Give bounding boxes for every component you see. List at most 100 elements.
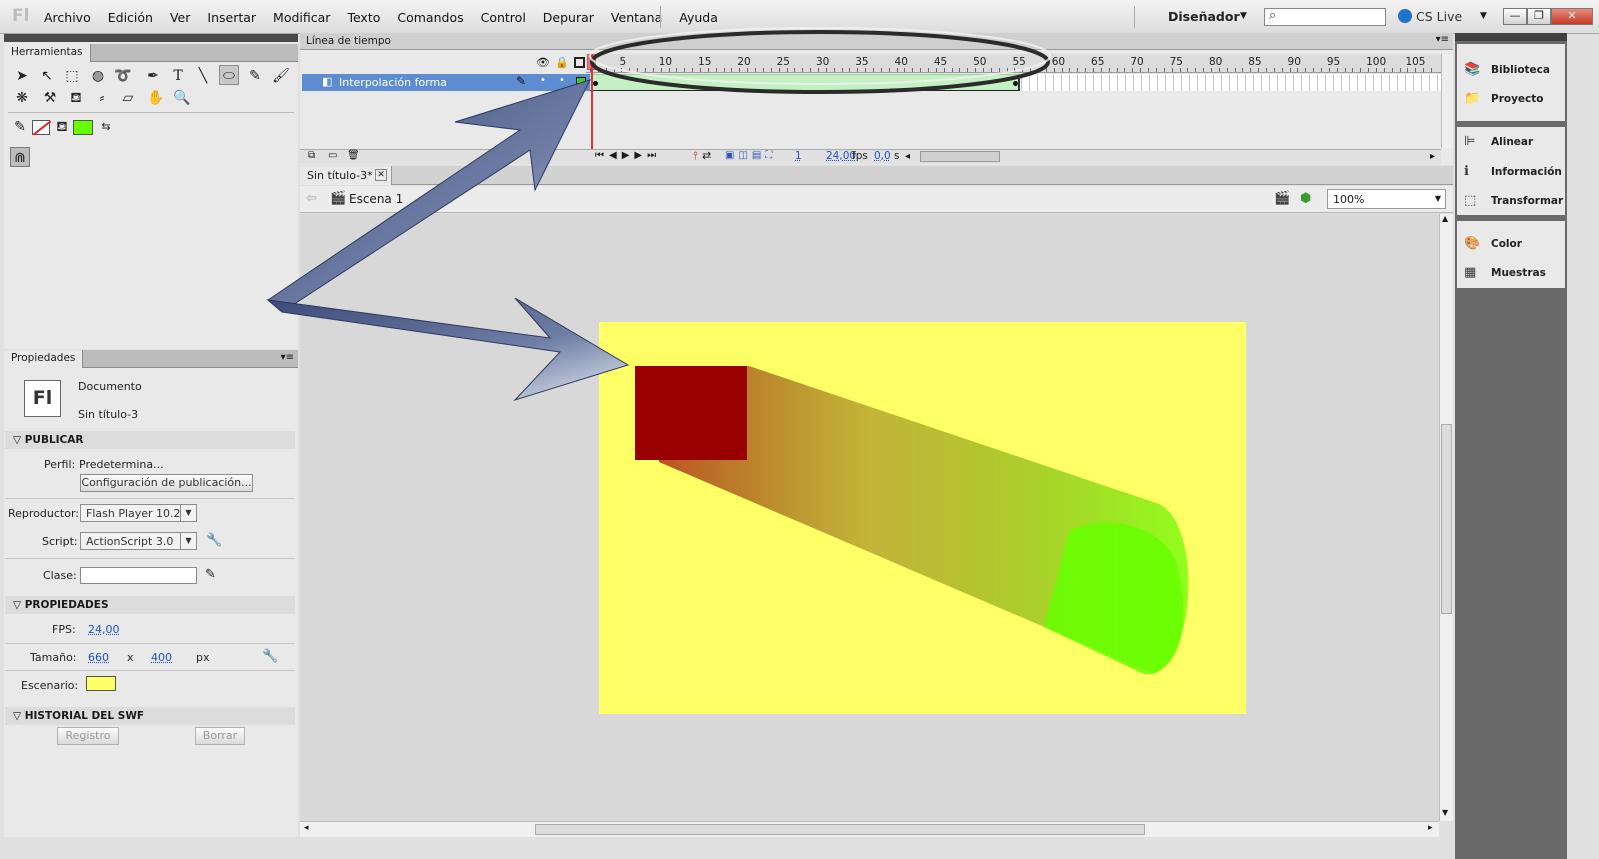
pencil-tool-icon[interactable]: ✎ [245,66,265,86]
paint-bucket-icon[interactable]: ⛾ [66,88,86,108]
fill-color-swatch[interactable] [73,120,93,135]
class-input[interactable] [80,567,197,584]
document-tab[interactable]: Sin título-3* ✕ [300,166,392,185]
swap-colors-icon[interactable]: ⇆ [96,117,116,137]
chevron-down-icon[interactable]: ▼ [1240,11,1247,21]
eye-icon[interactable]: 👁 [536,56,550,69]
elapsed-time[interactable]: 0,0 [874,150,891,162]
menu-edicion[interactable]: Edición [108,10,153,25]
dock-item-alinear[interactable]: Alinear [1491,136,1533,148]
dock-item-color[interactable]: Color [1491,238,1522,250]
dock-item-biblioteca[interactable]: Biblioteca [1491,64,1550,76]
loop-icon[interactable]: ⇄ [702,149,711,162]
menu-insertar[interactable]: Insertar [207,10,256,25]
layer-row[interactable]: ◧ Interpolación forma ✎ • • [302,74,590,91]
menu-modificar[interactable]: Modificar [273,10,330,25]
free-transform-tool-icon[interactable]: ⬚ [62,66,82,86]
keyframe-end[interactable] [1013,81,1018,86]
deco-tool-icon[interactable]: ❋ [12,88,32,108]
tab-herramientas[interactable]: Herramientas [4,44,91,62]
menu-depurar[interactable]: Depurar [543,10,594,25]
pen-tool-icon[interactable]: ✒ [143,66,163,86]
eraser-tool-icon[interactable]: ▱ [118,88,138,108]
menu-ver[interactable]: Ver [170,10,190,25]
dock-item-proyecto[interactable]: Proyecto [1491,93,1544,105]
section-publicar[interactable]: ▽ PUBLICAR [5,431,295,449]
dock-item-transformar[interactable]: Transformar [1491,195,1563,207]
delete-layer-icon[interactable]: 🗑 [347,150,360,161]
oval-tool-icon[interactable]: ⬭ [219,65,239,85]
lock-icon[interactable]: 🔒 [555,56,569,69]
keyframe-start[interactable] [593,81,598,86]
pencil-icon[interactable]: ✎ [205,567,216,582]
selection-tool-icon[interactable]: ➤ [12,66,32,86]
zoom-tool-icon[interactable]: 🔍 [172,88,192,108]
canvas-hscroll[interactable]: ◂ ▸ [300,821,1439,837]
cs-live-button[interactable]: CS Live [1416,9,1462,24]
close-icon[interactable]: ✕ [1551,8,1593,25]
outline-icon[interactable] [574,57,585,68]
zoom-select[interactable]: 100% ▼ [1327,189,1446,209]
layer-color-swatch[interactable] [576,77,586,87]
menu-ayuda[interactable]: Ayuda [679,10,718,25]
timeline-vscroll[interactable] [1441,54,1453,148]
height-value[interactable]: 400 [151,651,172,664]
scroll-right-icon[interactable]: ▸ [1428,823,1433,833]
text-tool-icon[interactable]: T [168,66,188,86]
line-tool-icon[interactable]: ╲ [193,66,213,86]
stage-color-swatch[interactable] [86,676,116,691]
log-button[interactable]: Registro [57,727,119,745]
3d-rotation-tool-icon[interactable]: ◍ [88,66,108,86]
scroll-down-icon[interactable]: ▼ [1442,808,1448,817]
stage[interactable] [599,322,1246,714]
tab-linea-de-tiempo[interactable]: Línea de tiempo [306,35,391,47]
timeline-ruler[interactable]: 5 10 15 20 25 30 35 40 45 50 55 60 65 70 75 80 85 90 95 100… [586,54,1441,73]
layer-name[interactable]: Interpolación forma [339,76,447,89]
wrench-icon[interactable]: 🔧 [206,533,222,548]
menu-control[interactable]: Control [481,10,526,25]
back-arrow-icon[interactable]: ⇦ [306,191,317,206]
onion-skin-icons[interactable]: ▣◫▤⛶ [725,150,776,161]
scroll-left-icon[interactable]: ◂ [905,151,919,162]
edit-scene-icon[interactable]: 🎬 [1274,191,1290,206]
menu-comandos[interactable]: Comandos [397,10,463,25]
visibility-dot[interactable]: • [540,75,546,86]
menu-ventana[interactable]: Ventana [611,10,662,25]
lock-dot[interactable]: • [559,75,565,86]
hand-tool-icon[interactable]: ✋ [146,88,166,108]
scene-name[interactable]: Escena 1 [349,192,403,206]
panel-menu-icon[interactable]: ▾≡ [281,352,294,363]
dock-item-muestras[interactable]: Muestras [1491,267,1546,279]
eyedropper-tool-icon[interactable]: ⸗ [92,88,112,108]
panel-menu-icon[interactable]: ▾≡ [1436,34,1449,45]
minimize-icon[interactable]: — [1503,8,1527,25]
new-layer-icon[interactable]: ⧉ [308,150,315,161]
fill-color-icon[interactable]: ⛾ [52,117,72,137]
script-select[interactable]: ActionScript 3.0 ▼ [80,532,197,550]
menu-archivo[interactable]: Archivo [44,10,91,25]
section-historial[interactable]: ▽ HISTORIAL DEL SWF [5,707,295,725]
center-frame-icon[interactable]: ⫯ [693,149,698,163]
menu-texto[interactable]: Texto [347,10,380,25]
lasso-tool-icon[interactable]: ➰ [113,66,133,86]
start-shape[interactable] [635,366,747,460]
help-search-input[interactable]: ⌕ [1264,8,1386,26]
panel-grip[interactable] [1455,33,1567,41]
stroke-color-icon[interactable]: ✎ [10,117,30,137]
fps-value[interactable]: 24,00 [88,623,120,636]
close-icon[interactable]: ✕ [375,169,387,181]
panel-grip[interactable] [4,34,298,42]
clear-button[interactable]: Borrar [195,727,245,745]
new-folder-icon[interactable]: ▭ [328,150,337,161]
scroll-left-icon[interactable]: ◂ [304,823,309,833]
section-propiedades[interactable]: ▽ PROPIEDADES [5,596,295,614]
bone-tool-icon[interactable]: ⚒ [40,88,60,108]
wrench-icon[interactable]: 🔧 [262,649,278,664]
tab-propiedades[interactable]: Propiedades [4,350,84,368]
vscroll-thumb[interactable] [1441,424,1452,614]
scroll-up-icon[interactable]: ▲ [1442,214,1448,223]
chevron-down-icon[interactable]: ▼ [1480,11,1487,21]
width-value[interactable]: 660 [88,651,109,664]
hscroll-thumb[interactable] [535,824,1145,835]
dock-item-informacion[interactable]: Información [1491,166,1562,178]
